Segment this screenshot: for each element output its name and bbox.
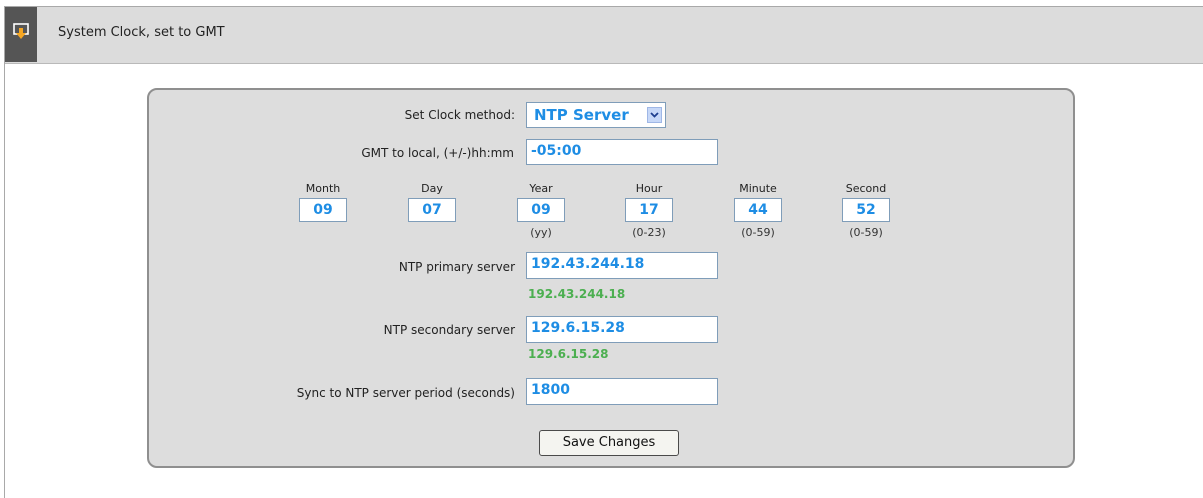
download-tray-icon bbox=[5, 7, 37, 62]
hour-label: Hour bbox=[635, 182, 663, 195]
clock-method-select[interactable]: NTP Server bbox=[526, 102, 666, 128]
minute-hint: (0-59) bbox=[741, 226, 775, 239]
second-hint: (0-59) bbox=[849, 226, 883, 239]
day-label: Day bbox=[421, 182, 443, 195]
method-label: Set Clock method: bbox=[404, 108, 515, 122]
day-input[interactable]: 07 bbox=[408, 198, 456, 222]
year-hint: (yy) bbox=[530, 226, 552, 239]
ntp-secondary-input[interactable]: 129.6.15.28 bbox=[526, 316, 718, 343]
minute-label: Minute bbox=[739, 182, 777, 195]
sync-period-label: Sync to NTP server period (seconds) bbox=[296, 386, 515, 400]
second-label: Second bbox=[845, 182, 887, 195]
minute-input[interactable]: 44 bbox=[734, 198, 782, 222]
page-title: System Clock, set to GMT bbox=[58, 25, 225, 40]
year-label: Year bbox=[529, 182, 553, 195]
gmt-offset-input[interactable]: -05:00 bbox=[526, 139, 718, 165]
chevron-down-icon[interactable] bbox=[647, 107, 662, 123]
month-label: Month bbox=[305, 182, 341, 195]
ntp-primary-current: 192.43.244.18 bbox=[528, 287, 626, 301]
ntp-secondary-label: NTP secondary server bbox=[383, 323, 515, 337]
hour-hint: (0-23) bbox=[632, 226, 666, 239]
month-input[interactable]: 09 bbox=[299, 198, 347, 222]
section-header: System Clock, set to GMT bbox=[5, 7, 1203, 64]
ntp-primary-label: NTP primary server bbox=[398, 260, 515, 274]
gmt-offset-label: GMT to local, (+/-)hh:mm bbox=[361, 146, 514, 160]
second-input[interactable]: 52 bbox=[842, 198, 890, 222]
hour-input[interactable]: 17 bbox=[625, 198, 673, 222]
sync-period-input[interactable]: 1800 bbox=[526, 378, 718, 405]
ntp-secondary-current: 129.6.15.28 bbox=[528, 347, 609, 361]
save-changes-button[interactable]: Save Changes bbox=[539, 430, 679, 456]
clock-method-value: NTP Server bbox=[534, 106, 629, 124]
year-input[interactable]: 09 bbox=[517, 198, 565, 222]
ntp-primary-input[interactable]: 192.43.244.18 bbox=[526, 252, 718, 279]
